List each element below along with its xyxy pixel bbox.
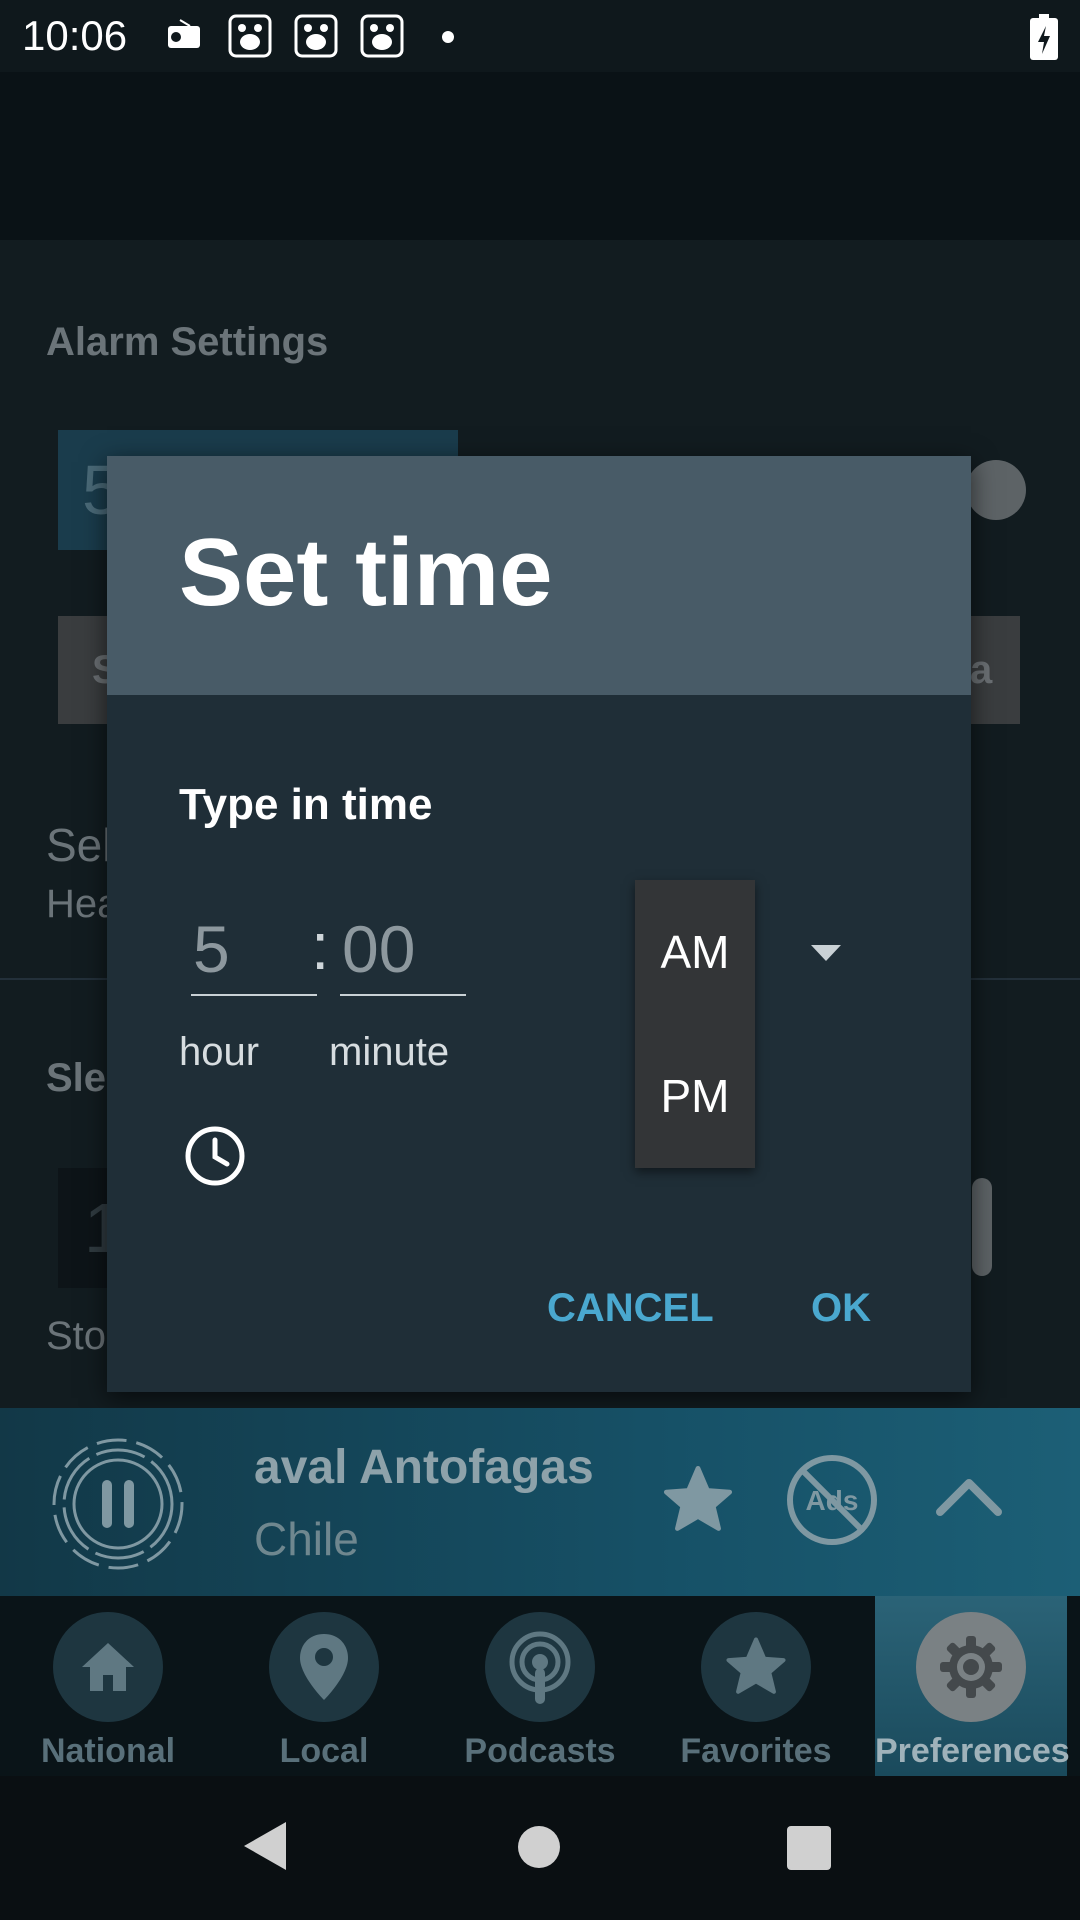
alarm-options-right-label: a: [970, 648, 993, 692]
nav-national-label: National: [40, 1732, 176, 1770]
nav-favorites[interactable]: Favorites: [648, 1596, 864, 1776]
nav-local-bg: [269, 1612, 379, 1722]
select-alarm-label: Sel: [46, 819, 113, 871]
nav-preferences-label: Preferences: [875, 1732, 1070, 1770]
now-playing-country: Chile: [254, 1513, 359, 1565]
recents-icon[interactable]: [787, 1826, 831, 1870]
minute-input[interactable]: [340, 904, 466, 996]
gear-icon: [940, 1636, 1002, 1698]
minute-label: minute: [329, 1030, 450, 1074]
podcast-icon: [509, 1631, 571, 1704]
nav-national[interactable]: National: [0, 1596, 216, 1776]
am-option[interactable]: AM: [635, 880, 755, 1024]
dialog-title: Set time: [179, 519, 553, 626]
remove-ads-icon[interactable]: Ads: [784, 1452, 880, 1548]
nav-national-bg: [53, 1612, 163, 1722]
set-time-dialog: Set time Type in time : hour minute AM P…: [107, 456, 971, 1392]
nav-preferences[interactable]: Preferences: [875, 1596, 1070, 1776]
favorite-star-icon[interactable]: [660, 1462, 736, 1538]
nav-favorites-label: Favorites: [680, 1732, 832, 1770]
pm-option[interactable]: PM: [635, 1024, 755, 1168]
nav-podcasts[interactable]: Podcasts: [432, 1596, 648, 1776]
clock-icon[interactable]: [183, 1124, 247, 1188]
app-bar: [0, 72, 1080, 240]
status-bar: 10:06: [0, 0, 1080, 72]
alarm-settings-heading: Alarm Settings: [46, 320, 329, 364]
battery-charging-icon: [1030, 14, 1058, 60]
am-pm-dropdown-list: AM PM: [635, 880, 755, 1168]
dialog-header: Set time: [107, 456, 971, 695]
baidu-icon: [294, 14, 338, 58]
nav-podcasts-bg: [485, 1612, 595, 1722]
baidu-icon: [228, 14, 272, 58]
type-in-time-label: Type in time: [179, 780, 433, 829]
nav-favorites-bg: [701, 1612, 811, 1722]
now-playing-station: aval Antofagas: [254, 1441, 594, 1494]
baidu-icon: [360, 14, 404, 58]
alarm-toggle[interactable]: [966, 460, 1026, 520]
back-icon[interactable]: [240, 1820, 288, 1872]
chevron-up-icon[interactable]: [934, 1474, 1004, 1518]
location-pin-icon: [300, 1634, 348, 1700]
time-separator: :: [311, 909, 330, 983]
radio-icon: [168, 19, 200, 48]
cancel-button[interactable]: CANCEL: [547, 1286, 714, 1331]
nav-podcasts-label: Podcasts: [464, 1732, 616, 1770]
nav-preferences-bg: [916, 1612, 1026, 1722]
notification-dot-icon: [442, 31, 454, 43]
home-nav-icon[interactable]: [518, 1826, 560, 1868]
dropdown-arrow-icon[interactable]: [811, 945, 841, 961]
now-playing-bar: Ads: [0, 1408, 1080, 1596]
hour-input[interactable]: [191, 904, 317, 996]
hour-label: hour: [179, 1030, 260, 1074]
sleep-timer-slider-thumb[interactable]: [972, 1178, 992, 1276]
stop-label: Sto: [46, 1314, 107, 1358]
svg-text:Ads: Ads: [806, 1485, 859, 1516]
star-icon: [726, 1637, 786, 1694]
status-time: 10:06: [22, 12, 128, 59]
sleep-timer-heading: Sle: [46, 1056, 107, 1100]
ok-button[interactable]: OK: [811, 1286, 871, 1331]
nav-local-label: Local: [279, 1732, 369, 1770]
system-navigation-bar: [0, 1776, 1080, 1920]
home-icon: [82, 1643, 134, 1691]
pause-icon[interactable]: [48, 1434, 188, 1574]
nav-local[interactable]: Local: [216, 1596, 432, 1776]
